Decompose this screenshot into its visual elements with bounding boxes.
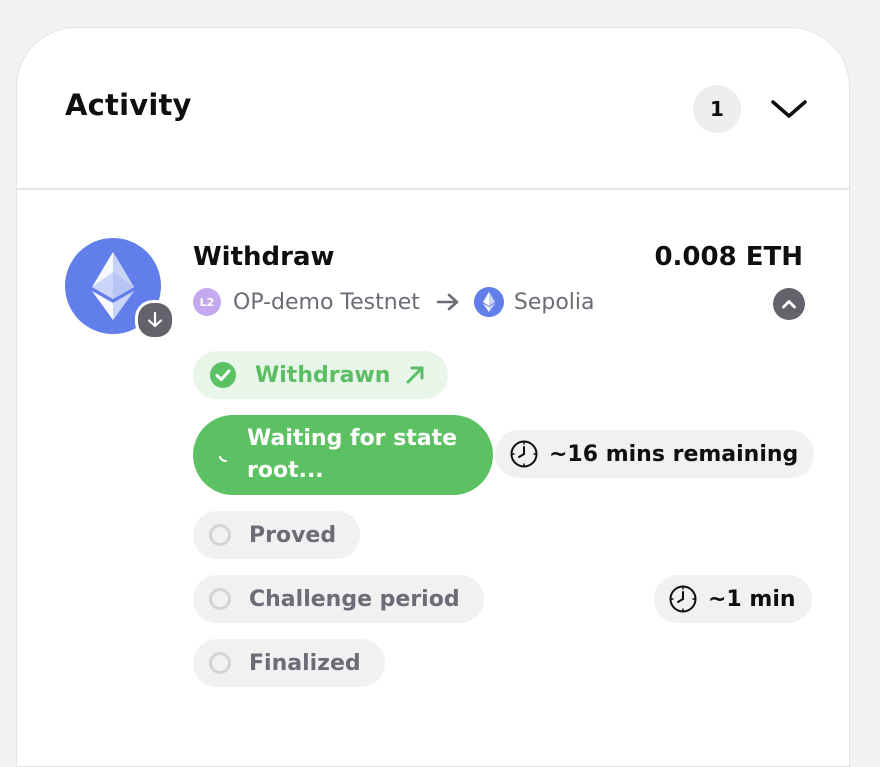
step-label-line2: root... xyxy=(247,458,324,483)
clock-icon xyxy=(669,585,697,613)
transaction-amount: 0.008 ETH xyxy=(654,242,803,272)
from-network: OP-demo Testnet xyxy=(233,289,420,315)
step-label: Finalized xyxy=(249,650,361,676)
transaction-type: Withdraw xyxy=(193,242,335,272)
pending-circle-icon xyxy=(209,524,231,546)
activity-count-badge: 1 xyxy=(693,85,741,133)
clock-icon xyxy=(510,440,538,468)
pending-circle-icon xyxy=(209,588,231,610)
arrow-right-icon xyxy=(436,292,460,312)
chevron-up-icon xyxy=(782,300,796,309)
activity-card: Activity 1 Withdraw 0.008 ETH L2 OP-demo… xyxy=(16,27,850,767)
external-link-arrow-icon[interactable] xyxy=(404,364,426,386)
step-label: Challenge period xyxy=(249,586,460,612)
chevron-down-icon[interactable] xyxy=(769,94,809,124)
collapse-details-button[interactable] xyxy=(773,288,805,320)
step-label: Proved xyxy=(249,522,337,548)
step-label-line1: Waiting for state xyxy=(247,426,458,451)
step-withdrawn[interactable]: Withdrawn xyxy=(193,351,449,399)
time-remaining-pill: ~16 mins remaining xyxy=(495,430,815,478)
l2-network-icon: L2 xyxy=(193,288,221,316)
loading-spinner-icon xyxy=(219,456,227,462)
step-waiting-state-root: Waiting for state root... xyxy=(193,415,493,495)
check-circle-icon xyxy=(210,362,236,388)
transaction-route: L2 OP-demo Testnet Sepolia xyxy=(193,287,595,317)
step-challenge-period: Challenge period xyxy=(193,575,484,623)
step-proved: Proved xyxy=(193,511,361,559)
challenge-time-text: ~1 min xyxy=(708,586,796,612)
pending-circle-icon xyxy=(209,652,231,674)
challenge-time-pill: ~1 min xyxy=(654,575,812,623)
time-remaining-text: ~16 mins remaining xyxy=(549,441,799,467)
activity-header[interactable]: Activity 1 xyxy=(17,28,849,188)
arrow-down-icon xyxy=(147,311,163,328)
step-finalized: Finalized xyxy=(193,639,385,687)
sepolia-network-icon xyxy=(473,287,504,317)
withdraw-direction-badge xyxy=(135,300,175,340)
divider xyxy=(17,188,849,190)
step-label: Withdrawn xyxy=(255,362,391,388)
to-network: Sepolia xyxy=(513,289,595,315)
activity-title: Activity xyxy=(65,88,192,122)
